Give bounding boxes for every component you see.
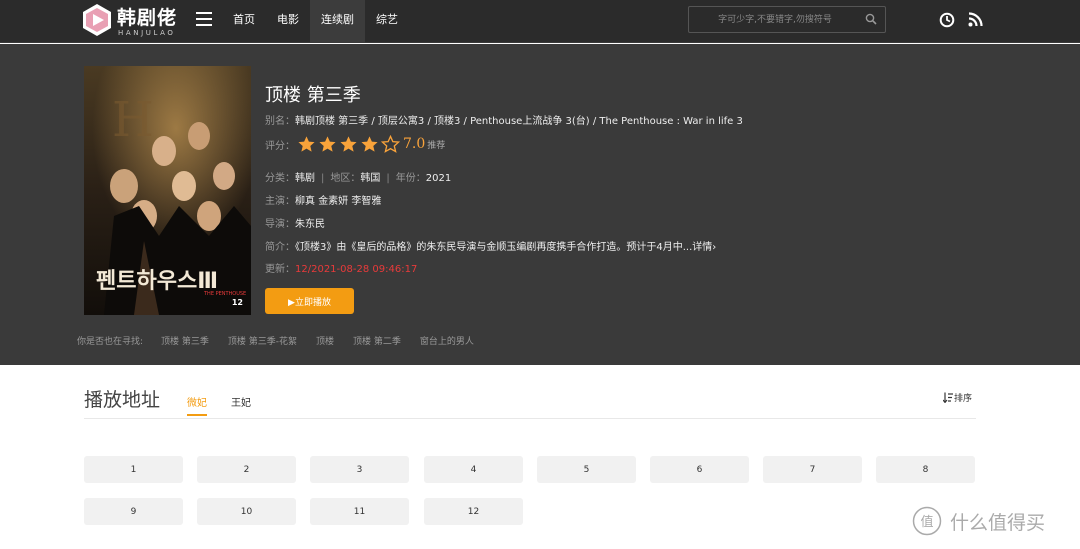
top-navbar: 韩剧佬 HANJULAO 首页 电影 连续剧 综艺: [0, 0, 1080, 43]
related-link[interactable]: 顶楼: [316, 334, 334, 347]
rss-icon[interactable]: [968, 12, 983, 27]
related-label: 你是否也在寻找:: [77, 337, 144, 347]
main-nav: 首页 电影 连续剧 综艺: [222, 0, 409, 43]
watermark: 值 什么值得买: [912, 506, 1045, 536]
show-detail-panel: H 펜트하우스Ⅲ THE PENTHOUSE 12 顶楼 第三季 别名：韩剧顶楼…: [0, 44, 1080, 365]
related-link[interactable]: 顶楼 第三季: [161, 334, 209, 347]
region-link[interactable]: 韩国: [360, 173, 380, 184]
star-filled-icon: [319, 136, 336, 152]
alias-value: 韩剧顶楼 第三季 / 顶层公寓3 / 顶楼3 / Penthouse上流战争 3…: [295, 116, 743, 127]
source-tab[interactable]: 王妃: [231, 394, 251, 409]
episode-button[interactable]: 8: [876, 456, 975, 483]
actors-label: 主演：: [265, 196, 295, 207]
update-row: 更新：12/2021-08-28 09:46:17: [265, 260, 417, 275]
source-tab[interactable]: 微妃: [187, 394, 207, 416]
actor-link[interactable]: 金素妍: [318, 196, 348, 207]
nav-variety[interactable]: 综艺: [365, 0, 409, 43]
update-label: 更新：: [265, 264, 295, 275]
search-box: [688, 6, 886, 33]
site-logo[interactable]: 韩剧佬 HANJULAO: [80, 2, 185, 40]
search-icon[interactable]: [865, 13, 877, 25]
svg-text:H: H: [112, 92, 154, 148]
episode-button[interactable]: 7: [763, 456, 862, 483]
actor-link[interactable]: 李智雅: [351, 196, 381, 207]
star-empty-icon: [381, 135, 400, 153]
svg-text:THE PENTHOUSE: THE PENTHOUSE: [203, 291, 246, 297]
rating-recommend: 推荐: [427, 140, 446, 151]
intro-text-link[interactable]: 《顶楼3》由《皇后的品格》的朱东民导演与金顺玉编剧再度携手合作打造。预计于4月中…: [295, 242, 716, 253]
alias-row: 别名：韩剧顶楼 第三季 / 顶层公寓3 / 顶楼3 / Penthouse上流战…: [265, 112, 743, 127]
related-link[interactable]: 窗台上的男人: [420, 334, 474, 347]
show-title: 顶楼 第三季: [265, 85, 361, 106]
category-link[interactable]: 韩剧: [295, 173, 315, 184]
episode-button[interactable]: 11: [310, 498, 409, 525]
update-value: 12/2021-08-28 09:46:17: [295, 264, 418, 275]
intro-label: 简介：: [265, 242, 295, 253]
rating-score: 7.0: [403, 136, 426, 152]
director-row: 导演：朱东民: [265, 215, 325, 230]
watermark-text: 什么值得买: [950, 511, 1046, 534]
actor-link[interactable]: 柳真: [295, 196, 315, 207]
episode-button[interactable]: 5: [537, 456, 636, 483]
director-link[interactable]: 朱东民: [295, 219, 325, 230]
poster-image[interactable]: H 펜트하우스Ⅲ THE PENTHOUSE 12: [84, 66, 251, 315]
related-link[interactable]: 顶楼 第二季: [353, 334, 401, 347]
poster-artwork: H 펜트하우스Ⅲ THE PENTHOUSE: [84, 66, 251, 315]
episode-button[interactable]: 6: [650, 456, 749, 483]
alias-label: 别名：: [265, 116, 295, 127]
episode-button[interactable]: 12: [424, 498, 523, 525]
logo-text-en: HANJULAO: [118, 29, 176, 37]
year-value: 2021: [425, 173, 452, 184]
watermark-icon-char: 值: [920, 514, 933, 530]
nav-movies[interactable]: 电影: [266, 0, 310, 43]
svg-text:펜트하우스Ⅲ: 펜트하우스Ⅲ: [96, 269, 218, 294]
year-label: 年份：: [395, 173, 426, 184]
sort-button[interactable]: 排序: [943, 391, 972, 404]
clock-icon[interactable]: [939, 12, 955, 28]
episode-button[interactable]: 4: [424, 456, 523, 483]
star-filled-icon: [298, 136, 315, 152]
star-filled-icon: [340, 136, 357, 152]
play-now-button[interactable]: ▶立即播放: [265, 288, 354, 314]
sort-label: 排序: [954, 394, 973, 404]
episode-button[interactable]: 9: [84, 498, 183, 525]
logo-text-cn: 韩剧佬: [117, 7, 178, 29]
section-title: 播放地址: [84, 389, 161, 411]
episode-button[interactable]: 3: [310, 456, 409, 483]
star-filled-icon: [361, 136, 378, 152]
related-search: 你是否也在寻找: 顶楼 第三季 顶楼 第三季-花絮 顶楼 顶楼 第二季 窗台上的…: [77, 334, 493, 347]
category-label: 分类：: [265, 173, 295, 184]
meta-row: 分类：韩剧 | 地区：韩国 | 年份：2021: [265, 173, 452, 184]
watermark-logo-icon: 值: [912, 506, 942, 536]
age-rating-badge: 12: [231, 298, 243, 307]
search-input[interactable]: [695, 11, 855, 29]
intro-row: 简介：《顶楼3》由《皇后的品格》的朱东民导演与金顺玉编剧再度携手合作打造。预计于…: [265, 238, 716, 253]
nav-home[interactable]: 首页: [222, 0, 266, 43]
rating-stars: [297, 135, 402, 153]
director-label: 导演：: [265, 219, 295, 230]
region-label: 地区：: [330, 173, 361, 184]
actors-row: 主演：柳真 金素妍 李智雅: [265, 192, 381, 207]
episode-button[interactable]: 10: [197, 498, 296, 525]
episode-button[interactable]: 2: [197, 456, 296, 483]
logo-play-icon: [83, 4, 111, 36]
sort-icon: [943, 392, 953, 403]
menu-icon[interactable]: [196, 12, 212, 26]
related-link[interactable]: 顶楼 第三季-花絮: [228, 334, 297, 347]
rating-label: 评分：: [265, 140, 295, 152]
episode-button[interactable]: 1: [84, 456, 183, 483]
nav-series[interactable]: 连续剧: [310, 0, 365, 43]
section-divider: [84, 418, 976, 419]
rating-row: 评分： 7.0 推荐: [265, 135, 445, 153]
